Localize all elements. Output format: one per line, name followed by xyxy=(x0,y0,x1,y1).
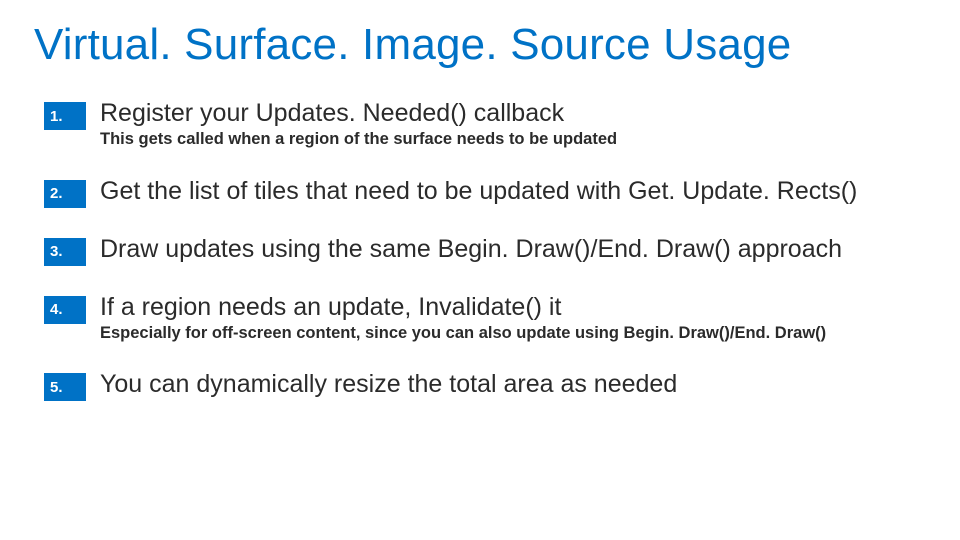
step-main: If a region needs an update, Invalidate(… xyxy=(100,292,826,322)
list-item: 5. You can dynamically resize the total … xyxy=(44,369,926,401)
step-badge-1: 1. xyxy=(44,102,86,130)
step-badge-5: 5. xyxy=(44,373,86,401)
list-item: 3. Draw updates using the same Begin. Dr… xyxy=(44,234,926,266)
step-sub: This gets called when a region of the su… xyxy=(100,129,617,150)
step-text: Draw updates using the same Begin. Draw(… xyxy=(100,234,842,264)
step-text: Get the list of tiles that need to be up… xyxy=(100,176,857,206)
step-sub: Especially for off-screen content, since… xyxy=(100,323,826,344)
step-text: You can dynamically resize the total are… xyxy=(100,369,677,399)
step-badge-3: 3. xyxy=(44,238,86,266)
step-text: If a region needs an update, Invalidate(… xyxy=(100,292,826,344)
step-main: You can dynamically resize the total are… xyxy=(100,369,677,399)
step-list: 1. Register your Updates. Needed() callb… xyxy=(34,98,926,401)
step-main: Draw updates using the same Begin. Draw(… xyxy=(100,234,842,264)
list-item: 2. Get the list of tiles that need to be… xyxy=(44,176,926,208)
step-text: Register your Updates. Needed() callback… xyxy=(100,98,617,150)
list-item: 4. If a region needs an update, Invalida… xyxy=(44,292,926,344)
step-main: Get the list of tiles that need to be up… xyxy=(100,176,857,206)
step-badge-4: 4. xyxy=(44,296,86,324)
step-main: Register your Updates. Needed() callback xyxy=(100,98,617,128)
slide: Virtual. Surface. Image. Source Usage 1.… xyxy=(0,0,960,401)
step-badge-2: 2. xyxy=(44,180,86,208)
slide-title: Virtual. Surface. Image. Source Usage xyxy=(34,20,926,70)
list-item: 1. Register your Updates. Needed() callb… xyxy=(44,98,926,150)
